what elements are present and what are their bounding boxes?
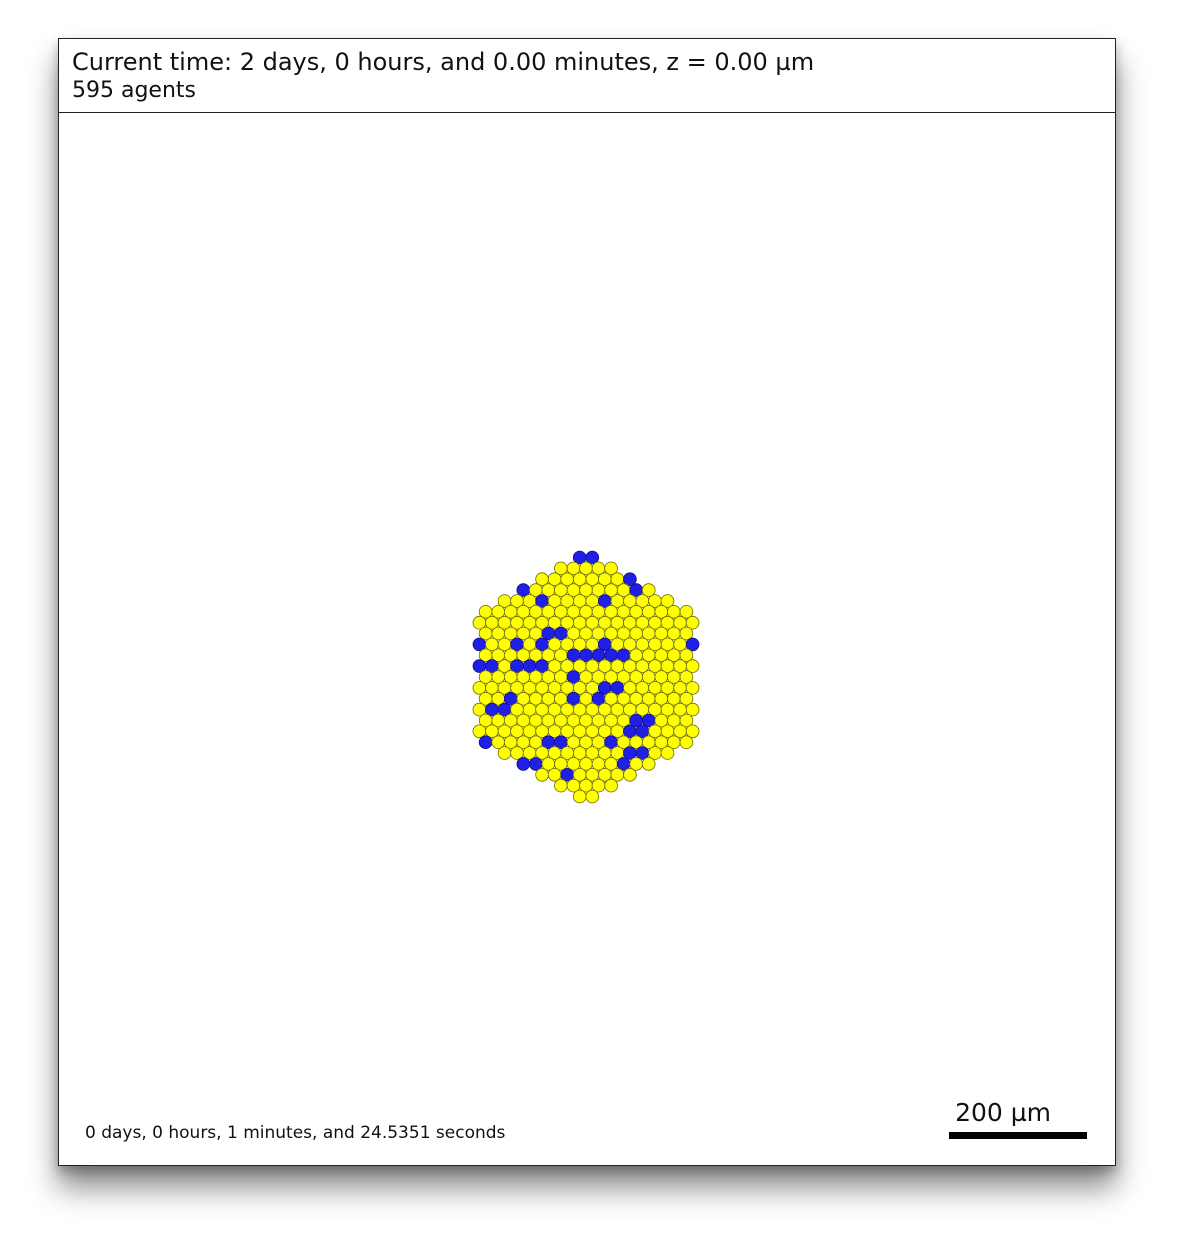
simulation-canvas: 0 days, 0 hours, 1 minutes, and 24.5351 … [59,113,1115,1165]
agent-cell-blue [516,757,531,771]
agent-cell-blue [478,735,493,749]
plot-window: Current time: 2 days, 0 hours, and 0.00 … [58,38,1116,1166]
agent-cell-yellow [679,735,694,749]
info-header: Current time: 2 days, 0 hours, and 0.00 … [59,39,1115,113]
agent-cell-yellow [623,767,637,782]
agent-cell-yellow [641,757,656,771]
cell-plot [472,550,700,804]
agent-cell-yellow [604,778,618,793]
agent-cell-yellow [535,767,549,782]
agent-cell-yellow [554,778,568,793]
agent-cell-yellow [497,746,512,760]
scale-bar-label: 200 µm [955,1098,1051,1127]
current-time-label: Current time: 2 days, 0 hours, and 0.00 … [72,48,815,76]
agent-cell-yellow [585,789,600,804]
agent-cell-yellow [660,746,675,760]
agent-cell-yellow [572,789,587,804]
scale-bar [949,1132,1087,1139]
runtime-label: 0 days, 0 hours, 1 minutes, and 24.5351 … [85,1123,506,1143]
agent-count-label: 595 agents [72,78,196,103]
